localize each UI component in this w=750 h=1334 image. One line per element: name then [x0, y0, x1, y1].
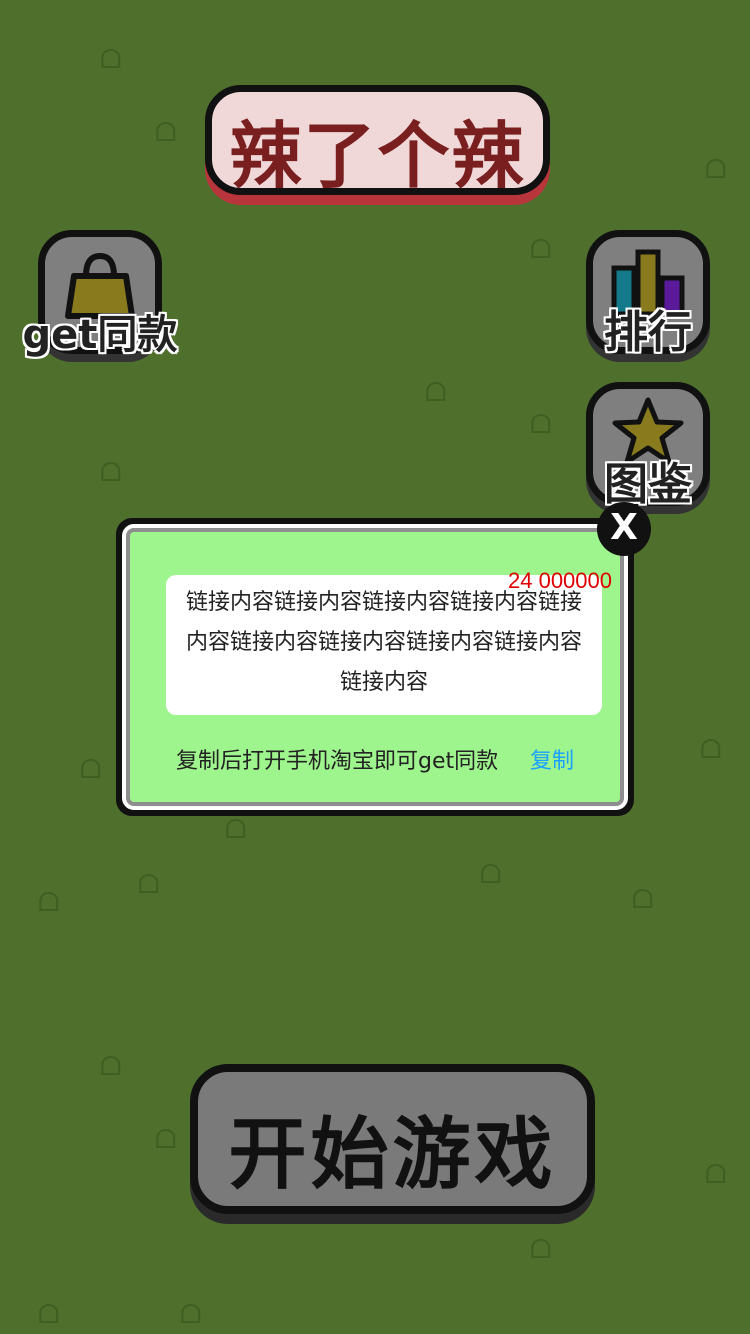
grass-decoration: ᗝ: [100, 1052, 122, 1082]
grass-decoration: ᗝ: [705, 1160, 727, 1190]
game-title-text: 辣了个辣: [229, 114, 526, 198]
grass-decoration: ᗝ: [425, 378, 447, 408]
grass-decoration: ᗝ: [700, 735, 722, 765]
ranking-button[interactable]: 排行: [586, 230, 710, 358]
get-same-button[interactable]: get同款: [23, 230, 177, 358]
collection-label: 图鉴: [604, 459, 692, 510]
grass-decoration: ᗝ: [530, 1235, 552, 1265]
grass-decoration: ᗝ: [530, 235, 552, 265]
close-icon[interactable]: X: [597, 502, 651, 556]
start-game-label: 开始游戏: [228, 1110, 557, 1200]
copy-hint-text: 复制后打开手机淘宝即可get同款: [176, 749, 499, 774]
grass-decoration: ᗝ: [100, 458, 122, 488]
dialog-panel: 链接内容链接内容链接内容链接内容链接内容链接内容链接内容链接内容链接内容链接内容…: [122, 524, 628, 810]
grass-decoration: ᗝ: [632, 885, 654, 915]
get-same-label: get同款: [22, 312, 178, 358]
grass-decoration: ᗝ: [155, 118, 177, 148]
grass-decoration: ᗝ: [80, 755, 102, 785]
ranking-label: 排行: [604, 307, 692, 358]
copy-button[interactable]: 复制: [530, 743, 574, 775]
grass-decoration: ᗝ: [180, 1300, 202, 1330]
link-content-box[interactable]: 链接内容链接内容链接内容链接内容链接内容链接内容链接内容链接内容链接内容链接内容: [166, 575, 602, 715]
get-same-dialog: 链接内容链接内容链接内容链接内容链接内容链接内容链接内容链接内容链接内容链接内容…: [116, 518, 634, 816]
grass-decoration: ᗝ: [530, 410, 552, 440]
grass-decoration: ᗝ: [480, 860, 502, 890]
grass-decoration: ᗝ: [138, 870, 160, 900]
collection-button[interactable]: 图鉴: [586, 382, 710, 510]
grass-decoration: ᗝ: [100, 45, 122, 75]
grass-decoration: ᗝ: [38, 888, 60, 918]
grass-decoration: ᗝ: [155, 1125, 177, 1155]
grass-decoration: ᗝ: [38, 1300, 60, 1330]
game-title: 辣了个辣: [205, 85, 550, 198]
grass-decoration: ᗝ: [705, 155, 727, 185]
link-content-text[interactable]: 链接内容链接内容链接内容链接内容链接内容链接内容链接内容链接内容链接内容链接内容: [184, 583, 584, 703]
count-value: 24 000000: [508, 568, 612, 593]
grass-decoration: ᗝ: [225, 815, 247, 845]
start-game-button[interactable]: 开始游戏: [190, 1064, 595, 1214]
